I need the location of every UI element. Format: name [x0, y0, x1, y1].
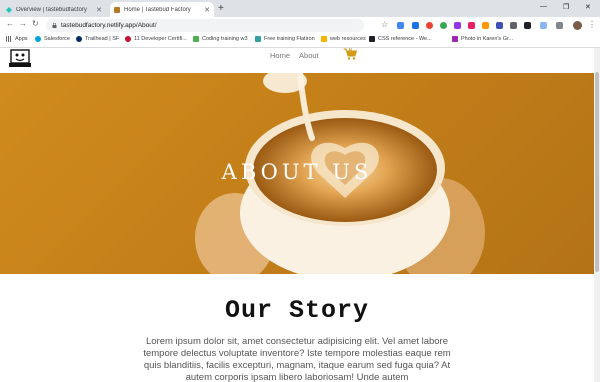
back-icon[interactable]: ← — [6, 19, 14, 28]
close-tab-icon[interactable]: ✕ — [96, 6, 102, 14]
extension-icon[interactable] — [540, 22, 547, 29]
site-favicon-icon — [114, 6, 120, 13]
bookmark-salesforce[interactable]: Salesforce — [35, 36, 70, 42]
address-bar[interactable]: tastebudfactory.netlify.app/About/ — [46, 19, 364, 32]
bookmark-css-reference[interactable]: CSS reference - We... — [369, 36, 432, 42]
extension-icon[interactable] — [524, 22, 531, 29]
reload-icon[interactable]: ↻ — [32, 19, 39, 28]
lock-icon — [52, 23, 57, 28]
cart-count: 0 — [349, 48, 352, 53]
hero-banner: ABOUT US — [0, 73, 594, 274]
extension-icon[interactable] — [454, 22, 461, 29]
extension-icon[interactable] — [412, 22, 419, 29]
extension-icon[interactable] — [510, 22, 517, 29]
netlify-favicon-icon — [6, 6, 12, 13]
hero-title: ABOUT US — [221, 160, 373, 184]
bookmark-photo[interactable]: Photo in Karen's Gr... — [452, 36, 513, 42]
tab-home[interactable]: Home | Tastebud Factory ✕ — [110, 2, 214, 17]
bookmark-trailhead[interactable]: Trailhead | SF — [76, 36, 119, 42]
bookmark-developer-cert[interactable]: 11 Developer Certifi... — [125, 36, 187, 42]
mdn-icon — [369, 36, 375, 42]
browser-toolbar: ← → ↻ tastebudfactory.netlify.app/About/… — [0, 17, 600, 34]
minimize-icon[interactable]: — — [540, 3, 547, 10]
scrollbar-thumb[interactable] — [595, 72, 599, 272]
flatiron-icon — [255, 36, 261, 42]
story-paragraph: Lorem ipsum dolor sit, amet consectetur … — [143, 336, 451, 382]
bookmark-web-resources[interactable]: web resources — [321, 36, 366, 42]
close-window-icon[interactable]: ✕ — [585, 3, 591, 11]
extension-icon[interactable] — [397, 22, 404, 29]
extension-icon[interactable] — [496, 22, 503, 29]
close-tab-icon[interactable]: ✕ — [204, 6, 210, 14]
page-viewport: Home About 0 ABOUT US Our Story Lorem ip… — [0, 48, 594, 382]
extension-icon[interactable] — [440, 22, 447, 29]
salesforce-icon — [35, 36, 41, 42]
extensions-puzzle-icon[interactable] — [556, 22, 563, 29]
bookmark-w3[interactable]: Coding training w3 — [193, 36, 248, 42]
tab-title: Overview | tastebudfactory — [16, 6, 87, 13]
folder-icon — [321, 36, 327, 42]
tab-overview[interactable]: Overview | tastebudfactory ✕ — [2, 2, 106, 17]
profile-avatar[interactable] — [573, 21, 582, 30]
maximize-icon[interactable]: ❐ — [563, 3, 569, 11]
site-navbar: Home About 0 — [0, 48, 594, 73]
w3-icon — [193, 36, 199, 42]
extension-icon[interactable] — [426, 22, 433, 29]
cert-icon — [125, 36, 131, 42]
apps-grid-icon — [6, 36, 12, 42]
tastebud-logo-icon[interactable] — [8, 48, 32, 68]
nav-links: Home About — [270, 51, 319, 60]
forward-icon[interactable]: → — [19, 19, 27, 28]
nav-home-link[interactable]: Home — [270, 51, 290, 60]
url-text: tastebudfactory.netlify.app/About/ — [61, 22, 157, 29]
story-heading: Our Story — [224, 296, 370, 325]
trailhead-icon — [76, 36, 82, 42]
menu-kebab-icon[interactable]: ⋮ — [588, 20, 596, 29]
extension-icon[interactable] — [482, 22, 489, 29]
new-tab-button[interactable]: + — [218, 3, 224, 15]
extension-icon[interactable] — [468, 22, 475, 29]
nav-about-link[interactable]: About — [299, 51, 319, 60]
bookmarks-bar: Apps Salesforce Trailhead | SF 11 Develo… — [0, 34, 600, 48]
bookmark-apps[interactable]: Apps — [6, 36, 28, 42]
bookmark-star-icon[interactable]: ☆ — [381, 20, 388, 29]
photo-icon — [452, 36, 458, 42]
bookmark-flatiron[interactable]: Free training Flatiron — [255, 36, 315, 42]
browser-tab-bar: Overview | tastebudfactory ✕ Home | Tast… — [0, 0, 600, 17]
tab-title: Home | Tastebud Factory — [124, 6, 191, 13]
